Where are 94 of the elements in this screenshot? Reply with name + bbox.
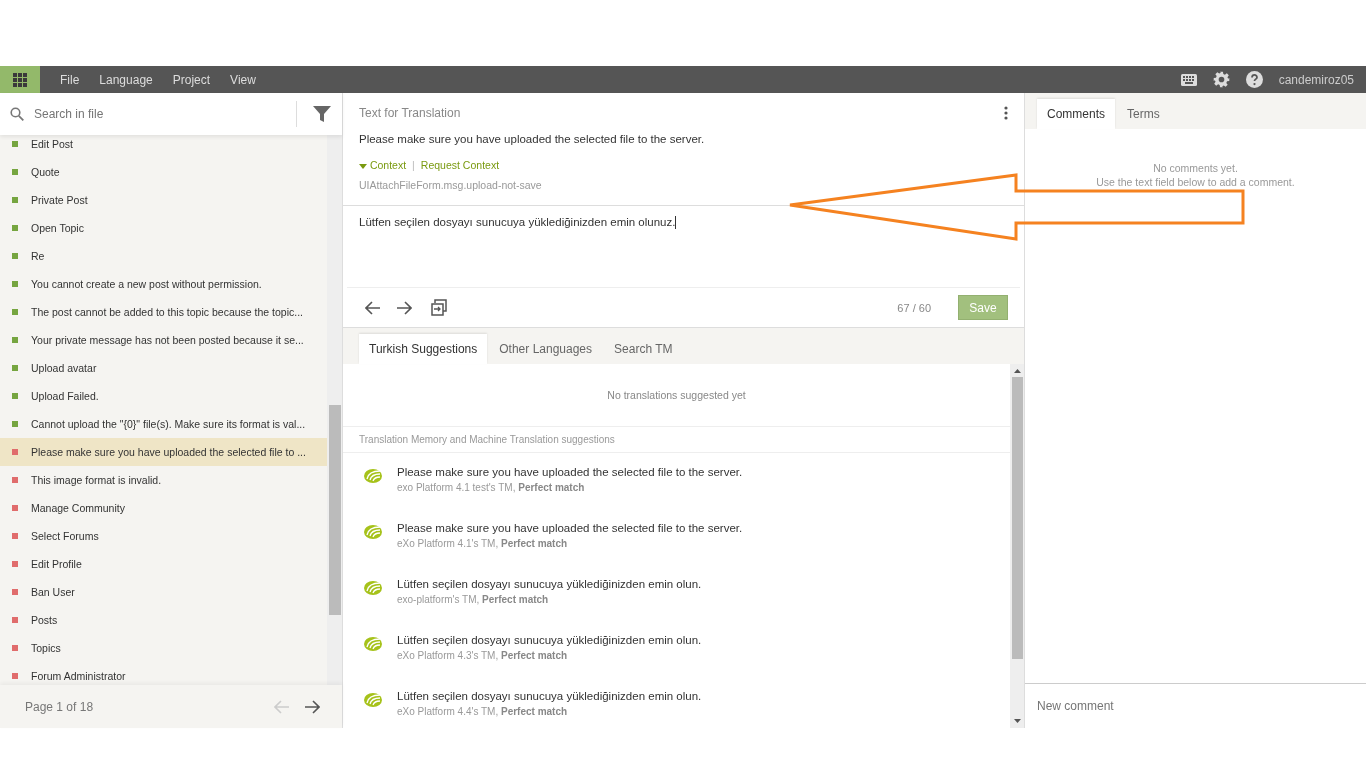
string-label: Upload Failed. [31, 390, 99, 402]
string-label: This image format is invalid. [31, 474, 162, 486]
username[interactable]: candemiroz05 [1278, 72, 1354, 87]
more-options-icon[interactable] [1004, 106, 1008, 120]
string-list-item[interactable]: Re [0, 242, 327, 270]
string-list-item[interactable]: The post cannot be added to this topic because the topic... [0, 298, 327, 326]
suggestion-source: exo Platform 4.1 test's TM, Perfect match [397, 482, 586, 493]
search-icon [10, 107, 24, 121]
menu-item[interactable]: Language [99, 72, 153, 87]
string-list-item[interactable]: Quote [0, 158, 327, 186]
string-list-item[interactable]: Manage Community [0, 494, 327, 522]
string-label: Edit Post [31, 138, 74, 150]
menu-item[interactable]: View [230, 72, 256, 87]
string-list-item[interactable]: Upload Failed. [0, 382, 327, 410]
empty-comments-message: Use the text field below to add a comment. [1095, 175, 1296, 189]
string-label: Forum Administrator [31, 670, 126, 682]
scrollbar[interactable] [1010, 364, 1024, 728]
string-key: UIAttachFileForm.msg.upload-not-save [359, 179, 1008, 191]
tm-logo-icon [361, 634, 383, 652]
tm-logo-icon [361, 466, 383, 484]
string-label: Upload avatar [31, 362, 97, 374]
panel-tab[interactable]: Terms [1117, 99, 1170, 129]
string-label: Select Forums [31, 530, 99, 542]
string-label: Quote [31, 166, 60, 178]
settings-icon[interactable] [1212, 71, 1230, 88]
section-heading: Translation Memory and Machine Translation suggestions [343, 427, 1010, 453]
suggestions-tab[interactable]: Search TM [604, 334, 683, 364]
string-list-item[interactable]: Ban User [0, 578, 327, 606]
caret-icon [359, 164, 367, 169]
suggestion-text[interactable]: Lütfen seçilen dosyayı sunucuya yüklediğinizden emin olun. [397, 578, 702, 590]
suggestion-source: eXo Platform 4.1's TM, Perfect match [397, 538, 569, 549]
suggestion-source: eXo Platform 4.4's TM, Perfect match [397, 706, 569, 717]
string-list-item[interactable]: Cannot upload the "{0}" file(s). Make sure its format is val... [0, 410, 327, 438]
string-list-item[interactable]: Open Topic [0, 214, 327, 242]
string-label: Posts [31, 614, 58, 626]
copy-source-icon[interactable] [431, 299, 447, 316]
string-label: Please make sure you have uploaded the selected file to ... [31, 446, 306, 458]
suggestions-tab[interactable]: Other Languages [489, 334, 603, 364]
suggestion-text[interactable]: Lütfen seçilen dosyayı sunucuya yüklediğinizden emin olun. [397, 690, 702, 702]
translation-field[interactable]: Lütfen seçilen dosyayı sunucuya yüklediğinizden emin olunuz. [347, 206, 1020, 288]
string-label: Your private message has not been posted because it se... [31, 334, 304, 346]
string-list-item[interactable]: Edit Profile [0, 550, 327, 578]
suggestion-text[interactable]: Please make sure you have uploaded the selected file to the server. [397, 466, 743, 478]
suggestion-text[interactable]: Please make sure you have uploaded the selected file to the server. [397, 522, 743, 534]
empty-message: No translations suggested yet [343, 364, 1010, 427]
character-count: 67 / 60 [897, 301, 931, 314]
search-field[interactable]: Search in file [0, 101, 297, 127]
grid-icon [13, 72, 27, 87]
string-list-item[interactable]: Forum Administrator [0, 662, 327, 685]
string-list-item[interactable]: Select Forums [0, 522, 327, 550]
help-icon[interactable] [1245, 71, 1263, 88]
string-label: The post cannot be added to this topic because the topic... [31, 306, 303, 318]
separator: | [412, 159, 415, 171]
panel-title: Text for Translation [359, 106, 461, 120]
string-list-item[interactable]: Posts [0, 606, 327, 634]
menu-item[interactable]: Project [172, 72, 211, 87]
string-list-item[interactable]: Please make sure you have uploaded the selected file to ... [0, 438, 327, 466]
string-label: Private Post [31, 194, 88, 206]
filter-icon[interactable] [313, 105, 331, 123]
string-label: Open Topic [31, 222, 84, 234]
page-indicator: Page 1 of 18 [25, 699, 94, 714]
string-list-item[interactable]: You cannot create a new post without permission. [0, 270, 327, 298]
string-list-item[interactable]: Your private message has not been posted because it se... [0, 326, 327, 354]
string-label: You cannot create a new post without permission. [31, 278, 262, 290]
keyboard-icon[interactable] [1180, 73, 1197, 86]
apps-button[interactable] [0, 66, 40, 93]
string-list-item[interactable]: This image format is invalid. [0, 466, 327, 494]
scrollbar[interactable] [327, 135, 342, 685]
string-label: Re [31, 250, 45, 262]
string-label: Manage Community [31, 502, 125, 514]
string-list-item[interactable]: Topics [0, 634, 327, 662]
tm-logo-icon [361, 578, 383, 596]
suggestion-source: eXo Platform 4.3's TM, Perfect match [397, 650, 569, 661]
scroll-up-icon[interactable] [1013, 369, 1021, 373]
next-page-icon[interactable] [304, 699, 320, 714]
string-list-item[interactable]: Edit Post [0, 135, 327, 158]
string-label: Edit Profile [31, 558, 82, 570]
tm-logo-icon [361, 522, 383, 540]
scroll-down-icon[interactable] [1013, 719, 1021, 723]
string-label: Topics [31, 642, 61, 654]
string-list-item[interactable]: Upload avatar [0, 354, 327, 382]
next-string-icon[interactable] [396, 300, 412, 315]
suggestion-source: exo-platform's TM, Perfect match [397, 594, 550, 605]
source-text: Please make sure you have uploaded the selected file to the server. [359, 133, 706, 145]
string-label: Cannot upload the "{0}" file(s). Make sure its format is val... [31, 418, 306, 430]
string-label: Ban User [31, 586, 75, 598]
string-list-item[interactable]: Private Post [0, 186, 327, 214]
panel-tab[interactable]: Comments [1037, 99, 1115, 129]
previous-string-icon[interactable] [365, 300, 381, 315]
suggestion-text[interactable]: Lütfen seçilen dosyayı sunucuya yüklediğinizden emin olun. [397, 634, 702, 646]
empty-comments-message: No comments yet. [1152, 161, 1239, 175]
suggestions-tab[interactable]: Turkish Suggestions [359, 334, 488, 364]
menu-item[interactable]: File [60, 72, 80, 87]
tm-logo-icon [361, 690, 383, 708]
